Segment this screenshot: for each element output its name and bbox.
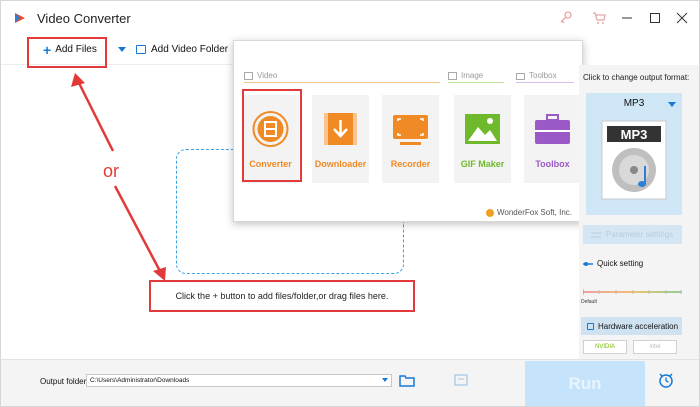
output-folder-path: C:\Users\Administrator\Downloads	[90, 377, 190, 384]
output-format-prompt: Click to change output format:	[583, 73, 690, 82]
slider-default-label: Default	[581, 299, 597, 305]
tile-gif-maker-label: GIF Maker	[460, 159, 505, 169]
nvidia-label: NVIDIA	[594, 344, 615, 350]
category-video: Video	[244, 71, 277, 80]
quick-setting-icon	[583, 261, 593, 266]
or-annotation: or	[103, 161, 120, 181]
slider-ticks	[583, 289, 682, 295]
quick-setting: Quick setting	[583, 259, 643, 268]
run-label: Run	[568, 373, 602, 393]
hardware-acceleration-label: Hardware acceleration	[598, 321, 679, 331]
screen-record-icon	[393, 115, 428, 145]
video-category-icon	[244, 71, 253, 80]
tile-downloader[interactable]: Downloader	[312, 95, 369, 183]
intel-badge: intel	[633, 340, 677, 354]
chevron-down-icon[interactable]	[382, 378, 388, 382]
output-folder-field[interactable]: C:\Users\Administrator\Downloads	[86, 374, 392, 387]
company-name: WonderFox Soft, Inc.	[497, 208, 572, 217]
tile-recorder-label: Recorder	[390, 159, 431, 169]
browse-folder-icon[interactable]	[399, 373, 415, 387]
category-toolbox: Toolbox	[516, 71, 557, 80]
tile-toolbox-label: Toolbox	[535, 159, 570, 169]
settings-sliders-icon	[591, 232, 601, 237]
toolbox-category-icon	[516, 72, 525, 80]
category-image: Image	[448, 71, 483, 80]
parameter-settings-button[interactable]: Parameter settings	[583, 225, 682, 244]
highlight-converter	[242, 89, 302, 182]
category-toolbox-line	[516, 82, 574, 83]
image-icon	[465, 114, 500, 144]
hardware-acceleration-toggle[interactable]: Hardware acceleration	[581, 317, 682, 335]
popup-footer: WonderFox Soft, Inc.	[486, 208, 572, 217]
nvidia-badge: NVIDIA	[583, 340, 627, 354]
run-button[interactable]: Run	[525, 361, 645, 406]
tile-toolbox[interactable]: Toolbox	[524, 95, 581, 183]
tile-gif-maker[interactable]: GIF Maker	[454, 95, 511, 183]
chip-icon	[587, 322, 594, 330]
image-category-icon	[448, 71, 457, 80]
category-image-line	[448, 82, 504, 83]
tile-recorder[interactable]: Recorder	[382, 95, 439, 183]
alarm-clock-icon[interactable]	[657, 371, 675, 389]
chevron-down-icon	[668, 102, 676, 107]
output-folder-label: Output folder:	[40, 377, 89, 386]
app-window: Video Converter + Add Files Add Video Fo…	[0, 0, 700, 407]
mp3-art-text: MP3	[621, 127, 648, 142]
category-video-line	[244, 82, 440, 83]
download-icon	[324, 113, 357, 145]
tile-downloader-label: Downloader	[314, 159, 367, 169]
quick-setting-label: Quick setting	[597, 259, 644, 268]
parameter-settings-label: Parameter settings	[606, 230, 674, 239]
intel-label: intel	[649, 344, 661, 350]
mp3-format-icon: MP3	[601, 120, 667, 200]
wonderfox-dot-icon	[486, 208, 494, 217]
output-format-selector[interactable]: MP3 MP3	[586, 93, 682, 215]
open-folder-icon[interactable]	[453, 373, 469, 387]
toolbox-icon	[535, 114, 570, 144]
